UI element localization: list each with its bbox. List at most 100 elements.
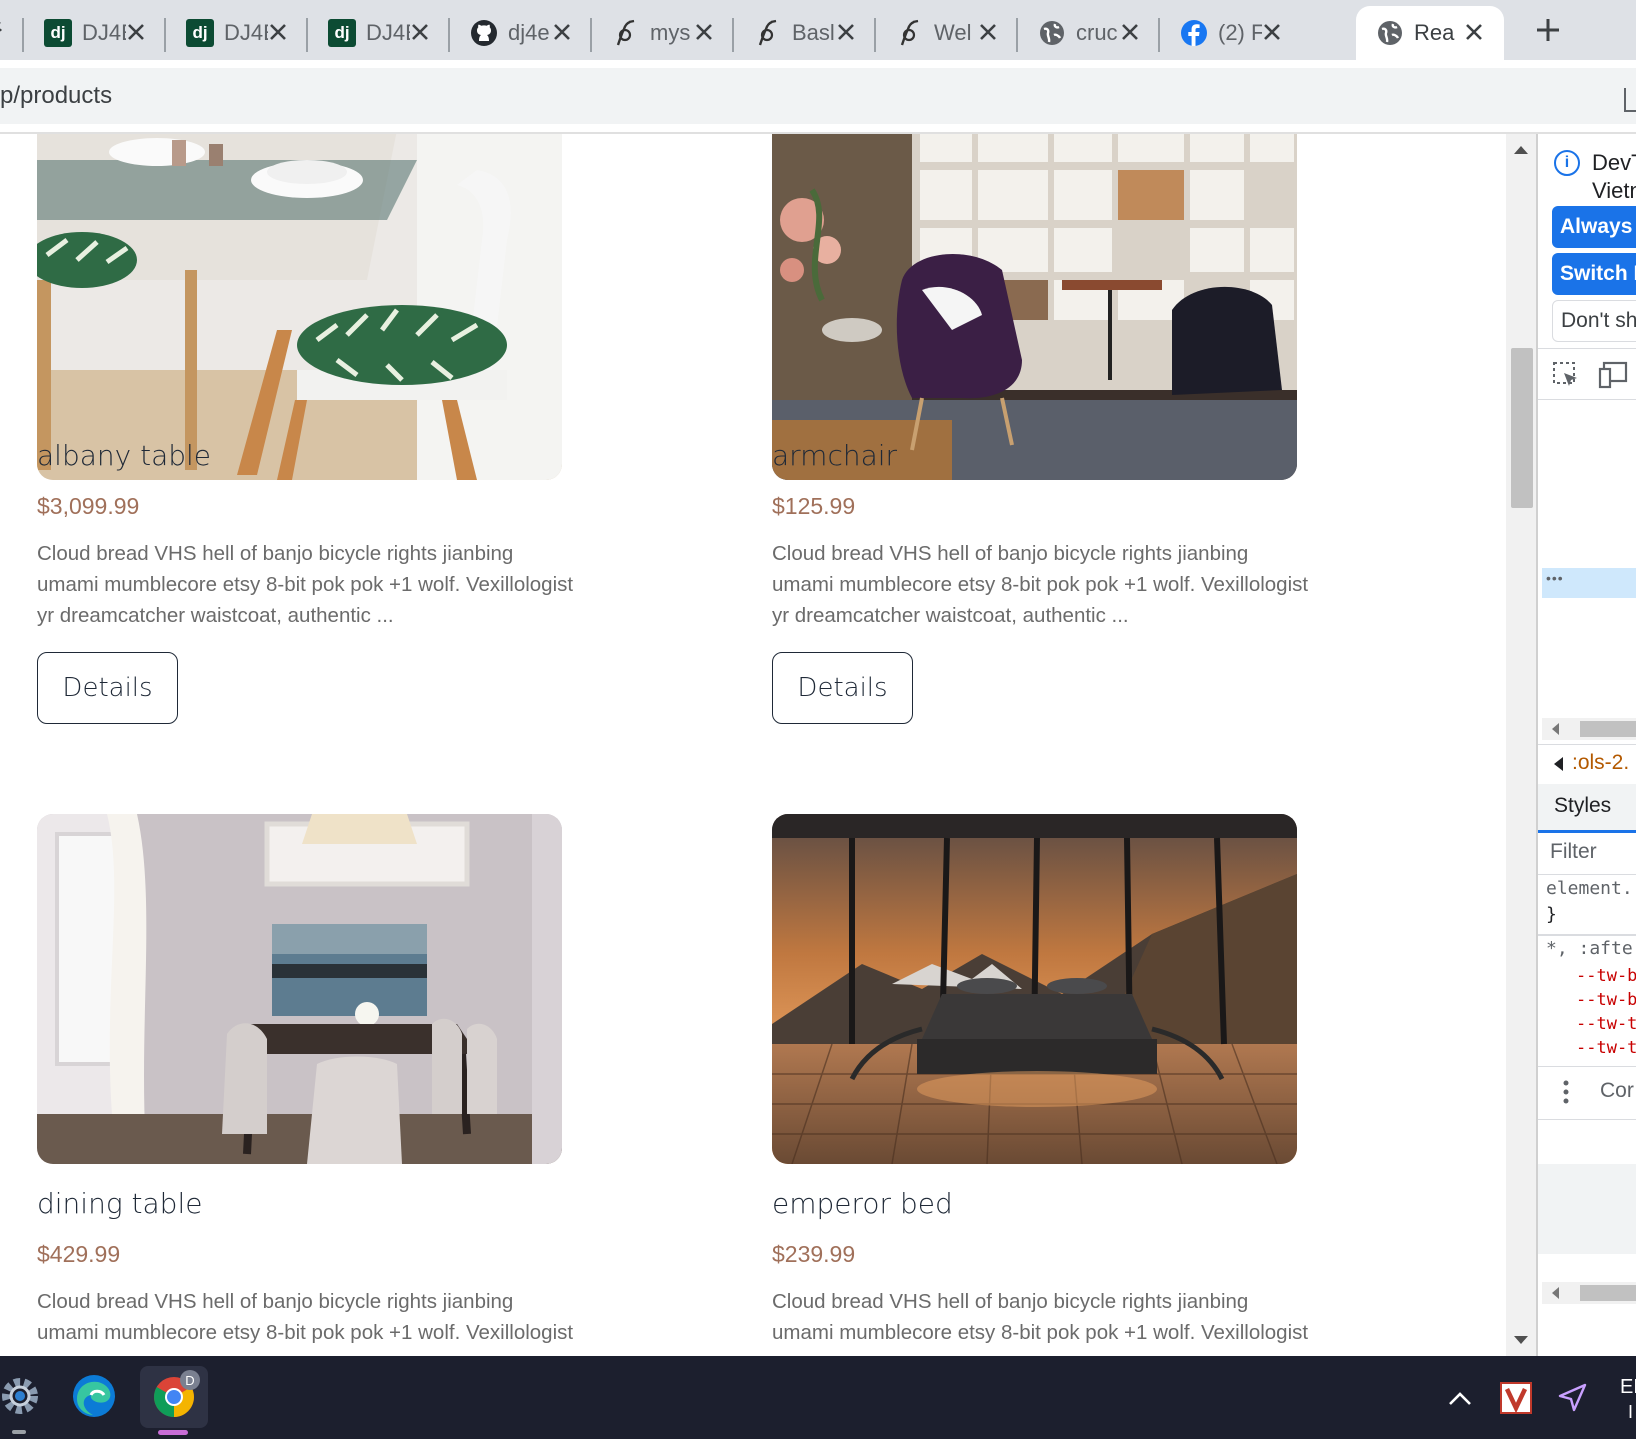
close-icon[interactable] bbox=[264, 18, 292, 46]
tab-title: mys bbox=[650, 20, 691, 45]
language-indicator-sub: I bbox=[1628, 1402, 1634, 1422]
details-button[interactable]: Details bbox=[772, 652, 913, 724]
product-description: Cloud bread VHS hell of banjo bicycle ri… bbox=[37, 1290, 574, 1356]
dom-ellipsis[interactable]: ••• bbox=[1546, 570, 1564, 586]
css-property[interactable]: --tw-t bbox=[1576, 1038, 1636, 1058]
close-icon[interactable] bbox=[832, 18, 860, 46]
browser-tab[interactable]: dj DJ4E bbox=[166, 6, 308, 60]
info-icon: i bbox=[1554, 150, 1580, 176]
globe-icon bbox=[1376, 19, 1404, 47]
product-image[interactable] bbox=[37, 814, 562, 1164]
devtools-panel: i DevTo Vietn Always m Switch D Don't sh… bbox=[1536, 134, 1636, 1356]
pythonanywhere-icon bbox=[896, 19, 924, 47]
product-image[interactable] bbox=[37, 134, 562, 480]
settings-gear-icon[interactable] bbox=[0, 1368, 48, 1424]
browser-tab[interactable]: cruc bbox=[1018, 6, 1160, 60]
product-image[interactable] bbox=[772, 814, 1297, 1164]
product-name: armchair bbox=[772, 439, 898, 472]
browser-tab[interactable]: dj4e bbox=[450, 6, 592, 60]
profile-badge: D bbox=[180, 1370, 200, 1390]
scrollbar-thumb[interactable] bbox=[1580, 1285, 1636, 1301]
django-icon: dj bbox=[186, 19, 214, 47]
elements-hscrollbar[interactable] bbox=[1542, 718, 1636, 740]
github-icon bbox=[470, 19, 498, 47]
scroll-down-arrow-icon[interactable] bbox=[1514, 1336, 1528, 1344]
product-name: dining table bbox=[37, 1187, 203, 1220]
close-icon[interactable] bbox=[548, 18, 576, 46]
details-button[interactable]: Details bbox=[37, 652, 178, 724]
device-toolbar-icon[interactable] bbox=[1598, 361, 1628, 394]
browser-tab[interactable]: (2) F bbox=[1160, 6, 1302, 60]
console-tab[interactable]: Cor bbox=[1600, 1079, 1634, 1103]
close-icon[interactable] bbox=[1460, 18, 1488, 46]
product-price: $125.99 bbox=[772, 493, 856, 519]
styles-filter-input[interactable]: Filter bbox=[1538, 832, 1636, 875]
chrome-browser-icon[interactable]: D bbox=[140, 1366, 208, 1428]
browser-toolbar: p/products bbox=[0, 60, 1636, 134]
vivaldi-tray-icon[interactable] bbox=[1488, 1370, 1544, 1426]
breadcrumb-left-arrow-icon[interactable] bbox=[1554, 757, 1563, 771]
location-arrow-icon[interactable] bbox=[1544, 1370, 1600, 1426]
console-drawer-bar: Cor bbox=[1538, 1066, 1636, 1120]
devtools-toolbar bbox=[1538, 348, 1636, 400]
browser-tab[interactable]: mys bbox=[592, 6, 734, 60]
browser-tab-active[interactable]: Rea bbox=[1356, 6, 1504, 60]
scroll-left-arrow-icon[interactable] bbox=[1552, 1287, 1559, 1299]
page-scrollbar[interactable] bbox=[1506, 134, 1536, 1356]
scroll-left-arrow-icon[interactable] bbox=[1552, 723, 1559, 735]
scrollbar-thumb[interactable] bbox=[1511, 348, 1533, 508]
scroll-up-arrow-icon[interactable] bbox=[1514, 146, 1528, 154]
tab-title: DJ4E bbox=[224, 20, 268, 45]
browser-tab[interactable]: dj DJ4E bbox=[308, 6, 450, 60]
product-card: dining table $429.99 Cloud bread VHS hel… bbox=[37, 814, 573, 1356]
tab-styles[interactable]: Styles bbox=[1538, 784, 1636, 833]
tab-title: Rea bbox=[1414, 20, 1455, 45]
css-property[interactable]: --tw-b bbox=[1576, 966, 1636, 986]
devtools-info-text-2: Vietn bbox=[1592, 178, 1636, 203]
tab-title: dj4e bbox=[508, 20, 550, 45]
tab-title: (2) F bbox=[1218, 20, 1262, 45]
close-icon[interactable] bbox=[406, 18, 434, 46]
django-icon: dj bbox=[44, 19, 72, 47]
bookmark-icon[interactable] bbox=[1624, 88, 1636, 112]
os-taskbar: D EN I bbox=[0, 1356, 1636, 1439]
new-tab-button[interactable] bbox=[1528, 10, 1568, 50]
tab-title: DJ4E bbox=[82, 20, 126, 45]
page-content: albany table $3,099.99 Cloud bread VHS h… bbox=[0, 134, 1506, 1356]
switch-devtools-language-button[interactable]: Switch D bbox=[1552, 253, 1636, 295]
product-description: Cloud bread VHS hell of banjo bicycle ri… bbox=[772, 542, 1309, 627]
browser-tab[interactable]: dj DJ4E bbox=[24, 6, 166, 60]
product-image[interactable] bbox=[772, 134, 1297, 480]
css-property[interactable]: --tw-b bbox=[1576, 990, 1636, 1010]
selected-dom-node[interactable]: ••• bbox=[1542, 568, 1636, 598]
edge-browser-icon[interactable] bbox=[66, 1368, 122, 1424]
django-icon: dj bbox=[328, 19, 356, 47]
css-property[interactable]: --tw-t bbox=[1576, 1014, 1636, 1034]
product-price: $429.99 bbox=[37, 1241, 121, 1267]
scrollbar-thumb[interactable] bbox=[1580, 721, 1636, 737]
close-icon[interactable] bbox=[974, 18, 1002, 46]
product-card: albany table $3,099.99 Cloud bread VHS h… bbox=[37, 134, 573, 750]
dont-show-again-button[interactable]: Don't sh bbox=[1552, 300, 1636, 342]
kebab-menu-icon[interactable] bbox=[1562, 1079, 1570, 1110]
tab-title: Basl bbox=[792, 20, 835, 45]
close-icon[interactable] bbox=[1258, 18, 1286, 46]
language-indicator[interactable]: EN bbox=[1620, 1376, 1636, 1399]
close-icon[interactable] bbox=[1116, 18, 1144, 46]
browser-tab[interactable]: Wel bbox=[876, 6, 1018, 60]
inspect-element-icon[interactable] bbox=[1552, 361, 1580, 394]
tab-title: DJ4E bbox=[366, 20, 410, 45]
url-text: p/products bbox=[0, 82, 113, 109]
console-hscrollbar[interactable] bbox=[1542, 1282, 1636, 1304]
close-icon[interactable] bbox=[690, 18, 718, 46]
always-match-language-button[interactable]: Always m bbox=[1552, 206, 1636, 248]
breadcrumb[interactable]: :ols-2. bbox=[1572, 751, 1629, 775]
tab-close-partial[interactable] bbox=[0, 18, 10, 42]
address-bar[interactable]: p/products bbox=[0, 68, 1636, 124]
browser-tab-strip: dj DJ4E dj DJ4E dj DJ4E dj4e mys bbox=[0, 0, 1636, 60]
chevron-up-icon[interactable] bbox=[1432, 1370, 1488, 1426]
css-rule-selector: *, :afte bbox=[1546, 938, 1633, 959]
breadcrumb-bar: :ols-2. bbox=[1538, 744, 1636, 785]
browser-tab[interactable]: Basl bbox=[734, 6, 876, 60]
close-icon[interactable] bbox=[122, 18, 150, 46]
